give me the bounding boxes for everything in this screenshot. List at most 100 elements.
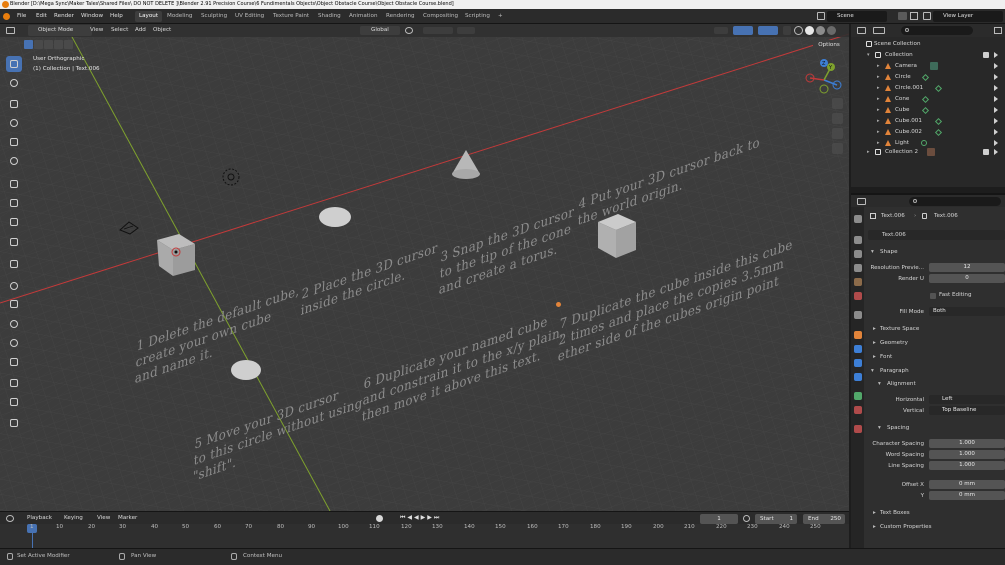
add-workspace-button[interactable]: + [494, 11, 507, 22]
proportional-editing-controls[interactable] [457, 27, 475, 34]
expand-arrow-icon[interactable]: ▸ [877, 94, 880, 105]
rotate-tool[interactable] [6, 115, 22, 131]
properties-search-input[interactable] [909, 197, 1001, 206]
fill-mode-dropdown[interactable]: Both [929, 307, 1005, 316]
snap-tool[interactable] [6, 256, 22, 272]
timeline-editor-icon[interactable] [6, 515, 14, 522]
camera-object[interactable] [118, 220, 140, 236]
annotate-tool[interactable] [6, 195, 22, 211]
output-tab-icon[interactable] [854, 250, 862, 258]
move-tool[interactable] [6, 96, 22, 112]
material-tab-icon[interactable] [854, 406, 862, 414]
grid-tool[interactable] [6, 415, 22, 431]
end-frame-field[interactable]: End 250 [803, 514, 845, 524]
record-icon[interactable] [376, 515, 383, 522]
menu-file[interactable]: File [17, 9, 26, 24]
menu-render[interactable]: Render [54, 9, 74, 24]
spacing-subsection[interactable]: Spacing [887, 425, 909, 431]
alignment-subsection[interactable]: Alignment [887, 381, 916, 387]
tab-compositing[interactable]: Compositing [419, 11, 462, 22]
expand-arrow-icon[interactable]: ▸ [873, 340, 876, 346]
tab-sculpting[interactable]: Sculpting [197, 11, 231, 22]
tab-modeling[interactable]: Modeling [163, 11, 196, 22]
menu-edit[interactable]: Edit [36, 9, 47, 24]
checkbox-icon[interactable] [983, 149, 989, 155]
expand-arrow-icon[interactable]: ▸ [877, 61, 880, 72]
select-arrow-icon[interactable] [994, 140, 1000, 146]
line-tool[interactable] [6, 296, 22, 312]
tab-animation[interactable]: Animation [345, 11, 382, 22]
view-layer-selector[interactable]: View Layer [933, 11, 1003, 22]
expand-arrow-icon[interactable]: ▾ [871, 249, 874, 255]
tab-scripting[interactable]: Scripting [461, 11, 494, 22]
display-mode-icon[interactable] [873, 27, 885, 34]
pivot-icon[interactable] [405, 27, 413, 34]
outliner-item-circle[interactable]: ▸ Circle [851, 72, 1005, 83]
data-tab-icon[interactable] [854, 392, 862, 400]
perspective-grid-icon[interactable] [832, 143, 843, 154]
add-cube-tool[interactable] [6, 234, 22, 250]
cone-object[interactable] [448, 148, 484, 182]
character-spacing-field[interactable]: 1.000 [929, 439, 1005, 448]
menu-window[interactable]: Window [81, 9, 103, 24]
select-arrow-icon[interactable] [994, 52, 1000, 58]
snap-cursor-tool[interactable] [6, 278, 22, 294]
expand-arrow-icon[interactable]: ▸ [873, 510, 876, 516]
view-layer-tab-icon[interactable] [854, 264, 862, 272]
expand-arrow-icon[interactable]: ▸ [873, 326, 876, 332]
render-tab-icon[interactable] [854, 236, 862, 244]
visibility-icon[interactable] [714, 27, 728, 34]
select-subtract-icon[interactable] [44, 40, 53, 49]
editor-type-icon[interactable] [6, 27, 15, 34]
tab-layout[interactable]: Layout [135, 11, 163, 22]
select-arrow-icon[interactable] [994, 74, 1000, 80]
custom-properties-section[interactable]: Custom Properties [880, 524, 931, 530]
expand-arrow-icon[interactable]: ▸ [873, 354, 876, 360]
expand-arrow-icon[interactable]: ▾ [878, 425, 881, 431]
texture-space-section[interactable]: Texture Space [880, 326, 919, 332]
expand-arrow-icon[interactable]: ▸ [877, 116, 880, 127]
checkbox-icon[interactable] [983, 52, 989, 58]
text-boxes-section[interactable]: Text Boxes [880, 510, 910, 516]
measure-tool[interactable] [6, 214, 22, 230]
select-box-tool[interactable] [6, 56, 22, 72]
timeline-area[interactable]: 1 10 20 30 40 50 60 70 80 90 100 110 120… [0, 524, 849, 548]
offset-x-field[interactable]: 0 mm [929, 480, 1005, 489]
select-arrow-icon[interactable] [994, 63, 1000, 69]
select-new-icon[interactable] [24, 40, 33, 49]
world-tab-icon[interactable] [854, 292, 862, 300]
blender-menu-icon[interactable] [3, 9, 11, 24]
outliner-scene-collection[interactable]: Scene Collection [851, 39, 1005, 50]
horizontal-dropdown[interactable]: Left [929, 395, 1005, 404]
current-frame-field[interactable]: 1 [700, 514, 738, 524]
tab-rendering[interactable]: Rendering [382, 11, 419, 22]
menu-select[interactable]: Select [111, 24, 128, 37]
expand-arrow-icon[interactable]: ▾ [871, 368, 874, 374]
tab-shading[interactable]: Shading [314, 11, 345, 22]
select-intersect-icon[interactable] [64, 40, 73, 49]
vertical-dropdown[interactable]: Top Baseline [929, 406, 1005, 415]
outliner-item-cube-002[interactable]: ▸ Cube.002 [851, 127, 1005, 138]
material-shading-icon[interactable] [816, 26, 825, 35]
outliner[interactable]: Scene Collection ▾ Collection ▸ Camera ▸… [851, 37, 1005, 187]
expand-arrow-icon[interactable]: ▾ [867, 50, 870, 61]
select-arrow-icon[interactable] [994, 85, 1000, 91]
expand-arrow-icon[interactable]: ▸ [873, 524, 876, 530]
light-object[interactable] [219, 165, 243, 189]
outliner-item-camera[interactable]: ▸ Camera [851, 61, 1005, 72]
filter-icon[interactable] [994, 27, 1002, 34]
transform-tool[interactable] [6, 153, 22, 169]
collection-tab-icon[interactable] [854, 311, 862, 319]
expand-arrow-icon[interactable]: ▸ [877, 83, 880, 94]
select-extend-icon[interactable] [34, 40, 43, 49]
outliner-item-collection[interactable]: ▾ Collection [851, 50, 1005, 61]
solid-shading-icon[interactable] [805, 26, 814, 35]
select-arrow-icon[interactable] [994, 96, 1000, 102]
particles-tab-icon[interactable] [854, 359, 862, 367]
select-arrow-icon[interactable] [994, 129, 1000, 135]
properties-editor-icon[interactable] [857, 198, 866, 205]
select-arrow-icon[interactable] [994, 118, 1000, 124]
zoom-icon[interactable] [832, 98, 843, 109]
object-tab-icon[interactable] [854, 331, 862, 339]
expand-arrow-icon[interactable]: ▸ [877, 105, 880, 116]
